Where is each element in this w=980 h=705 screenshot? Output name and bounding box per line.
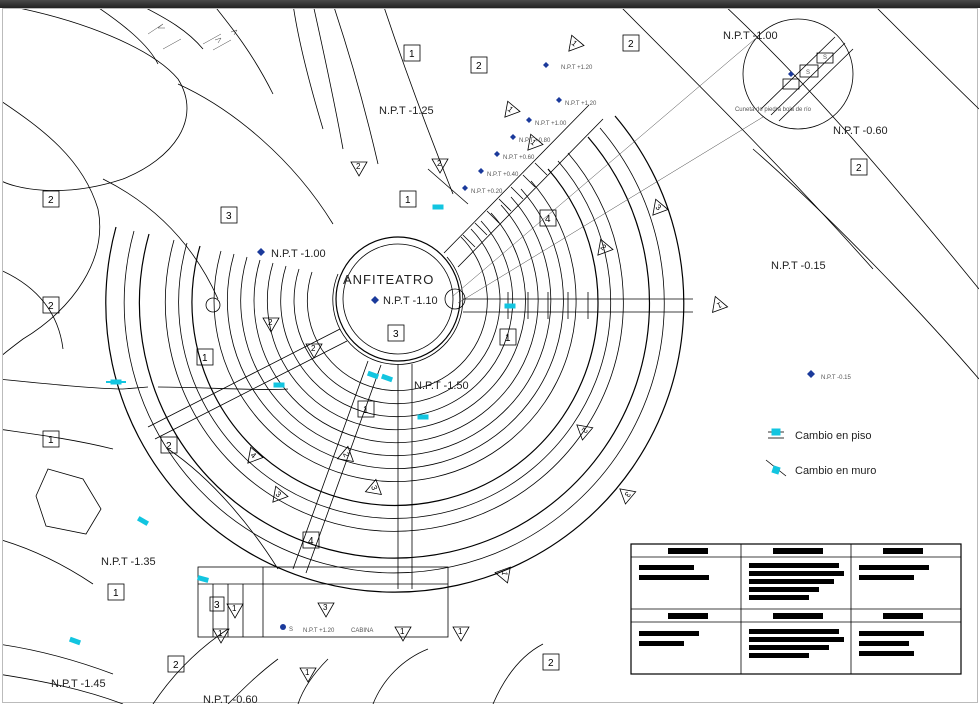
npt-top-100: N.P.T -1.00: [723, 30, 778, 42]
amphitheater-title: ANFITEATRO: [343, 272, 434, 287]
svg-text:3: 3: [214, 600, 220, 611]
svg-text:N.P.T +0.20: N.P.T +0.20: [471, 189, 503, 195]
npt-060b: N.P.T -0.60: [203, 694, 258, 704]
svg-text:1: 1: [505, 333, 511, 344]
npt-145: N.P.T -1.45: [51, 678, 106, 690]
svg-text:2: 2: [311, 344, 316, 353]
svg-text:4: 4: [545, 214, 551, 225]
cabina-label: CABINA: [351, 628, 373, 634]
svg-text:3: 3: [226, 211, 232, 222]
svg-text:2: 2: [268, 318, 273, 327]
column-marker: [206, 298, 220, 312]
legend-item-2: Cambio en muro: [795, 465, 876, 477]
npt-below: N.P.T -1.50: [414, 380, 469, 392]
npt-cabina: N.P.T +1.20: [303, 628, 335, 634]
svg-text:1: 1: [232, 604, 237, 613]
svg-text:1: 1: [500, 571, 510, 577]
floor-plan-svg: N.P.T +1.20 CABINA S: [3, 9, 979, 704]
npt-center: N.P.T -1.10: [383, 295, 438, 307]
npt-015b: N.P.T -0.15: [821, 375, 851, 381]
svg-text:2: 2: [166, 441, 172, 452]
svg-text:1: 1: [218, 629, 223, 638]
terrain-lines: [3, 9, 979, 704]
svg-text:S: S: [806, 70, 810, 76]
callouts: 1 2 2 1 3 2 2 1 3 1 4 1 1 2 4 1 2 2 2 3 …: [43, 35, 867, 682]
labels: ANFITEATRO N.P.T -1.10 N.P.T -1.50 N.P.T…: [51, 30, 888, 704]
svg-text:2: 2: [48, 195, 54, 206]
svg-text:N.P.T +1.20: N.P.T +1.20: [561, 65, 593, 71]
svg-text:1: 1: [458, 627, 463, 636]
svg-text:2: 2: [356, 162, 361, 171]
legend: Cambio en piso Cambio en muro: [766, 429, 876, 477]
svg-text:2: 2: [437, 159, 442, 168]
cabina-block: N.P.T +1.20 CABINA S: [198, 567, 448, 637]
npt-100-left: N.P.T -1.00: [271, 248, 326, 260]
svg-text:N.P.T +0.60: N.P.T +0.60: [503, 155, 535, 161]
npt-060r: N.P.T -0.60: [833, 125, 888, 137]
svg-text:1: 1: [363, 405, 369, 416]
detail-caption-1: Cuneta de piedra bola de río: [735, 107, 812, 113]
svg-text:1: 1: [48, 435, 54, 446]
npt-135: N.P.T -1.35: [101, 556, 156, 568]
svg-text:N.P.T +0.40: N.P.T +0.40: [487, 172, 519, 178]
svg-text:3: 3: [393, 329, 399, 340]
legend-item-1: Cambio en piso: [795, 430, 871, 442]
npt-015: N.P.T -0.15: [771, 260, 826, 272]
svg-text:2: 2: [628, 39, 634, 50]
svg-text:2: 2: [48, 301, 54, 312]
svg-text:1: 1: [305, 668, 310, 677]
svg-text:1: 1: [202, 353, 208, 364]
radial-aisles: [148, 105, 693, 589]
svg-text:S: S: [823, 55, 827, 61]
svg-text:2: 2: [476, 61, 482, 72]
title-block: [631, 544, 961, 674]
npt-125: N.P.T -1.25: [379, 105, 434, 117]
amphitheater: N.P.T +1.20 CABINA S: [106, 105, 693, 637]
svg-text:4: 4: [308, 536, 314, 547]
svg-text:2: 2: [173, 660, 179, 671]
svg-text:N.P.T +1.00: N.P.T +1.00: [535, 121, 567, 127]
window-titlebar: [0, 0, 980, 8]
svg-text:1: 1: [113, 588, 119, 599]
drawing-canvas: N.P.T +1.20 CABINA S: [2, 8, 978, 703]
svg-text:1: 1: [400, 627, 405, 636]
svg-text:3: 3: [323, 603, 328, 612]
svg-text:2: 2: [548, 658, 554, 669]
svg-text:1: 1: [409, 49, 415, 60]
svg-text:N.P.T +1.20: N.P.T +1.20: [565, 101, 597, 107]
svg-text:2: 2: [856, 163, 862, 174]
svg-text:1: 1: [405, 195, 411, 206]
svg-text:S: S: [289, 627, 293, 633]
